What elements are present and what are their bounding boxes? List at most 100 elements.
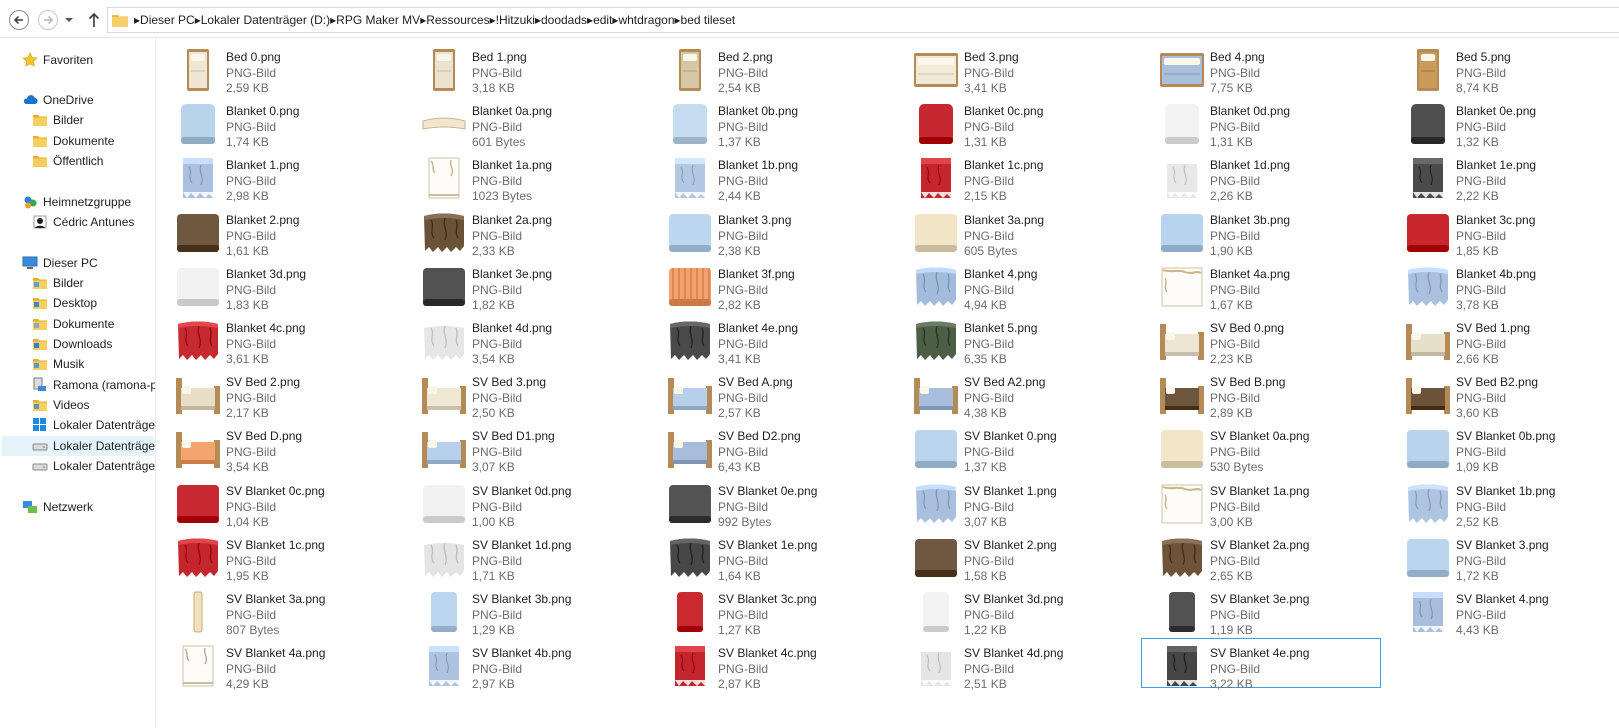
sidebar-item-dokumente[interactable]: Dokumente [32, 314, 114, 334]
file-item[interactable]: Blanket 4d.png PNG-Bild 3,54 KB [403, 313, 643, 366]
file-item[interactable]: SV Blanket 2a.png PNG-Bild 2,65 KB [1141, 530, 1381, 583]
file-item[interactable]: SV Bed 0.png PNG-Bild 2,23 KB [1141, 313, 1381, 366]
file-item[interactable]: Blanket 3e.png PNG-Bild 1,82 KB [403, 259, 643, 312]
file-item[interactable]: SV Blanket 1.png PNG-Bild 3,07 KB [895, 476, 1135, 529]
file-item[interactable]: Blanket 4.png PNG-Bild 4,94 KB [895, 259, 1135, 312]
file-item[interactable]: Blanket 1d.png PNG-Bild 2,26 KB [1141, 150, 1381, 203]
up-button[interactable] [87, 11, 101, 29]
sidebar-item-downloads[interactable]: Downloads [32, 334, 112, 354]
file-item[interactable]: Blanket 4a.png PNG-Bild 1,67 KB [1141, 259, 1381, 312]
file-item[interactable]: Blanket 3f.png PNG-Bild 2,82 KB [649, 259, 889, 312]
file-item[interactable]: Blanket 0a.png PNG-Bild 601 Bytes [403, 96, 643, 149]
breadcrumb-item[interactable]: bed tileset [681, 13, 736, 27]
file-item[interactable]: SV Bed 1.png PNG-Bild 2,66 KB [1387, 313, 1619, 366]
file-item[interactable]: SV Blanket 3b.png PNG-Bild 1,29 KB [403, 584, 643, 637]
file-item[interactable]: Blanket 3d.png PNG-Bild 1,83 KB [157, 259, 397, 312]
file-item[interactable]: SV Blanket 0a.png PNG-Bild 530 Bytes [1141, 421, 1381, 474]
file-item[interactable]: SV Blanket 1e.png PNG-Bild 1,64 KB [649, 530, 889, 583]
file-item[interactable]: Blanket 3.png PNG-Bild 2,38 KB [649, 205, 889, 258]
file-item[interactable]: Blanket 1c.png PNG-Bild 2,15 KB [895, 150, 1135, 203]
file-item[interactable]: Bed 3.png PNG-Bild 3,41 KB [895, 42, 1135, 95]
sidebar-item-bilder[interactable]: Bilder [32, 110, 84, 130]
sidebar-item-lokaler-datenträger[interactable]: Lokaler Datenträger [32, 456, 155, 476]
file-item[interactable]: Blanket 0b.png PNG-Bild 1,37 KB [649, 96, 889, 149]
sidebar-item-musik[interactable]: Musik [32, 354, 84, 374]
file-item[interactable]: Blanket 4b.png PNG-Bild 3,78 KB [1387, 259, 1619, 312]
breadcrumb-item[interactable]: Ressources [426, 13, 489, 27]
sidebar-item-favoriten[interactable]: Favoriten [22, 50, 93, 70]
sidebar-item-öffentlich[interactable]: Öffentlich [32, 151, 103, 171]
file-item[interactable]: SV Blanket 0b.png PNG-Bild 1,09 KB [1387, 421, 1619, 474]
file-item[interactable]: Blanket 0c.png PNG-Bild 1,31 KB [895, 96, 1135, 149]
sidebar-item-desktop[interactable]: Desktop [32, 293, 97, 313]
file-item[interactable]: Blanket 0e.png PNG-Bild 1,32 KB [1387, 96, 1619, 149]
file-item[interactable]: SV Bed A.png PNG-Bild 2,57 KB [649, 367, 889, 420]
file-item[interactable]: SV Blanket 3d.png PNG-Bild 1,22 KB [895, 584, 1135, 637]
file-item[interactable]: Bed 2.png PNG-Bild 2,54 KB [649, 42, 889, 95]
file-item[interactable]: Blanket 4e.png PNG-Bild 3,41 KB [649, 313, 889, 366]
file-item[interactable]: Blanket 1a.png PNG-Bild 1023 Bytes [403, 150, 643, 203]
file-item[interactable]: SV Blanket 0e.png PNG-Bild 992 Bytes [649, 476, 889, 529]
back-button[interactable] [9, 10, 29, 30]
file-item[interactable]: SV Bed B2.png PNG-Bild 3,60 KB [1387, 367, 1619, 420]
breadcrumb-item[interactable]: whtdragon [618, 13, 674, 27]
breadcrumb-item[interactable]: RPG Maker MV [336, 13, 420, 27]
file-item[interactable]: Blanket 3b.png PNG-Bild 1,90 KB [1141, 205, 1381, 258]
address-bar[interactable]: ▸ Dieser PC ▸ Lokaler Datenträger (D:) ▸ RPG … [107, 7, 1619, 33]
sidebar-item-netzwerk[interactable]: Netzwerk [22, 497, 93, 517]
file-item[interactable]: SV Blanket 3c.png PNG-Bild 1,27 KB [649, 584, 889, 637]
file-item[interactable]: Bed 1.png PNG-Bild 3,18 KB [403, 42, 643, 95]
breadcrumb-item[interactable]: Dieser PC [140, 13, 195, 27]
breadcrumb-item[interactable]: edit [593, 13, 612, 27]
sidebar-item-lokaler-datenträger[interactable]: Lokaler Datenträger [32, 415, 155, 435]
file-item[interactable]: SV Bed A2.png PNG-Bild 4,38 KB [895, 367, 1135, 420]
breadcrumb-item[interactable]: Lokaler Datenträger (D:) [201, 13, 330, 27]
file-item[interactable]: SV Blanket 3.png PNG-Bild 1,72 KB [1387, 530, 1619, 583]
file-item[interactable]: Blanket 4c.png PNG-Bild 3,61 KB [157, 313, 397, 366]
file-item[interactable]: SV Blanket 0c.png PNG-Bild 1,04 KB [157, 476, 397, 529]
file-item[interactable]: Bed 4.png PNG-Bild 7,75 KB [1141, 42, 1381, 95]
file-item[interactable]: SV Blanket 0.png PNG-Bild 1,37 KB [895, 421, 1135, 474]
file-item[interactable]: Blanket 2a.png PNG-Bild 2,33 KB [403, 205, 643, 258]
file-item[interactable]: Blanket 0d.png PNG-Bild 1,31 KB [1141, 96, 1381, 149]
recent-locations-button[interactable] [64, 14, 74, 26]
file-item[interactable]: SV Bed 2.png PNG-Bild 2,17 KB [157, 367, 397, 420]
sidebar-item-dokumente[interactable]: Dokumente [32, 131, 114, 151]
sidebar-item-dieser-pc[interactable]: Dieser PC [22, 253, 98, 273]
file-item[interactable]: Bed 0.png PNG-Bild 2,59 KB [157, 42, 397, 95]
file-item[interactable]: SV Blanket 3a.png PNG-Bild 807 Bytes [157, 584, 397, 637]
sidebar-item-ramona-ramona-pc[interactable]: Ramona (ramona-pc [32, 375, 155, 395]
file-item[interactable]: SV Bed B.png PNG-Bild 2,89 KB [1141, 367, 1381, 420]
file-item[interactable]: SV Blanket 1d.png PNG-Bild 1,71 KB [403, 530, 643, 583]
sidebar-item-onedrive[interactable]: OneDrive [22, 90, 94, 110]
sidebar-item-heimnetzgruppe[interactable]: Heimnetzgruppe [22, 192, 131, 212]
file-item[interactable]: Blanket 2.png PNG-Bild 1,61 KB [157, 205, 397, 258]
sidebar-item-lokaler-datenträger[interactable]: Lokaler Datenträger [2, 436, 155, 456]
file-item[interactable]: SV Blanket 2.png PNG-Bild 1,58 KB [895, 530, 1135, 583]
file-item[interactable]: SV Bed 3.png PNG-Bild 2,50 KB [403, 367, 643, 420]
file-item[interactable]: Blanket 3a.png PNG-Bild 605 Bytes [895, 205, 1135, 258]
file-item[interactable]: SV Bed D2.png PNG-Bild 6,43 KB [649, 421, 889, 474]
file-item[interactable]: SV Blanket 0d.png PNG-Bild 1,00 KB [403, 476, 643, 529]
file-item[interactable]: SV Blanket 4d.png PNG-Bild 2,51 KB [895, 638, 1135, 691]
file-item[interactable]: SV Bed D1.png PNG-Bild 3,07 KB [403, 421, 643, 474]
file-item[interactable]: SV Blanket 3e.png PNG-Bild 1,19 KB [1141, 584, 1381, 637]
breadcrumb-item[interactable]: doodads [541, 13, 587, 27]
file-item[interactable]: Blanket 5.png PNG-Bild 6,35 KB [895, 313, 1135, 366]
file-item[interactable]: Blanket 1e.png PNG-Bild 2,22 KB [1387, 150, 1619, 203]
sidebar-item-bilder[interactable]: Bilder [32, 273, 84, 293]
file-item[interactable]: SV Blanket 1a.png PNG-Bild 3,00 KB [1141, 476, 1381, 529]
sidebar-item-videos[interactable]: Videos [32, 395, 89, 415]
file-item[interactable]: SV Blanket 4b.png PNG-Bild 2,97 KB [403, 638, 643, 691]
file-item[interactable]: SV Blanket 1b.png PNG-Bild 2,52 KB [1387, 476, 1619, 529]
file-item[interactable]: Blanket 3c.png PNG-Bild 1,85 KB [1387, 205, 1619, 258]
forward-button[interactable] [38, 10, 58, 30]
file-item[interactable]: Blanket 0.png PNG-Bild 1,74 KB [157, 96, 397, 149]
file-item[interactable]: SV Blanket 4a.png PNG-Bild 4,29 KB [157, 638, 397, 691]
file-item[interactable]: Blanket 1b.png PNG-Bild 2,44 KB [649, 150, 889, 203]
file-item[interactable]: Blanket 1.png PNG-Bild 2,98 KB [157, 150, 397, 203]
file-item[interactable]: SV Bed D.png PNG-Bild 3,54 KB [157, 421, 397, 474]
file-item[interactable]: Bed 5.png PNG-Bild 8,74 KB [1387, 42, 1619, 95]
file-item[interactable]: SV Blanket 1c.png PNG-Bild 1,95 KB [157, 530, 397, 583]
breadcrumb-item[interactable]: !Hitzuki [496, 13, 535, 27]
